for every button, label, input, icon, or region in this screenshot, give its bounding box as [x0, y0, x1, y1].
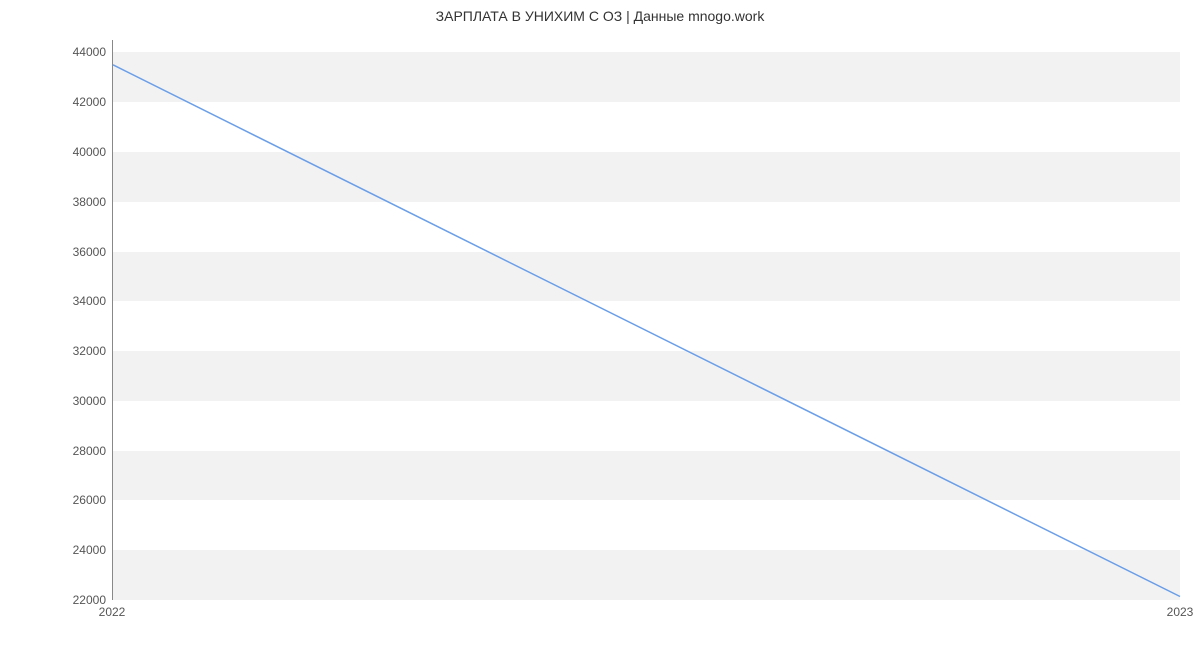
plot-area	[112, 40, 1180, 600]
y-tick-label: 44000	[26, 45, 106, 59]
chart-title: ЗАРПЛАТА В УНИХИМ С ОЗ | Данные mnogo.wo…	[0, 8, 1200, 24]
y-tick-label: 42000	[26, 95, 106, 109]
y-tick-label: 40000	[26, 145, 106, 159]
y-tick-label: 30000	[26, 394, 106, 408]
salary-line	[113, 65, 1180, 597]
y-tick-label: 38000	[26, 195, 106, 209]
y-tick-label: 32000	[26, 344, 106, 358]
y-tick-label: 28000	[26, 444, 106, 458]
y-tick-label: 26000	[26, 493, 106, 507]
chart-line-layer	[113, 40, 1180, 599]
y-tick-label: 22000	[26, 593, 106, 607]
x-tick-label: 2023	[1167, 605, 1194, 619]
y-tick-label: 34000	[26, 294, 106, 308]
y-tick-label: 24000	[26, 543, 106, 557]
y-tick-label: 36000	[26, 245, 106, 259]
x-tick-label: 2022	[99, 605, 126, 619]
